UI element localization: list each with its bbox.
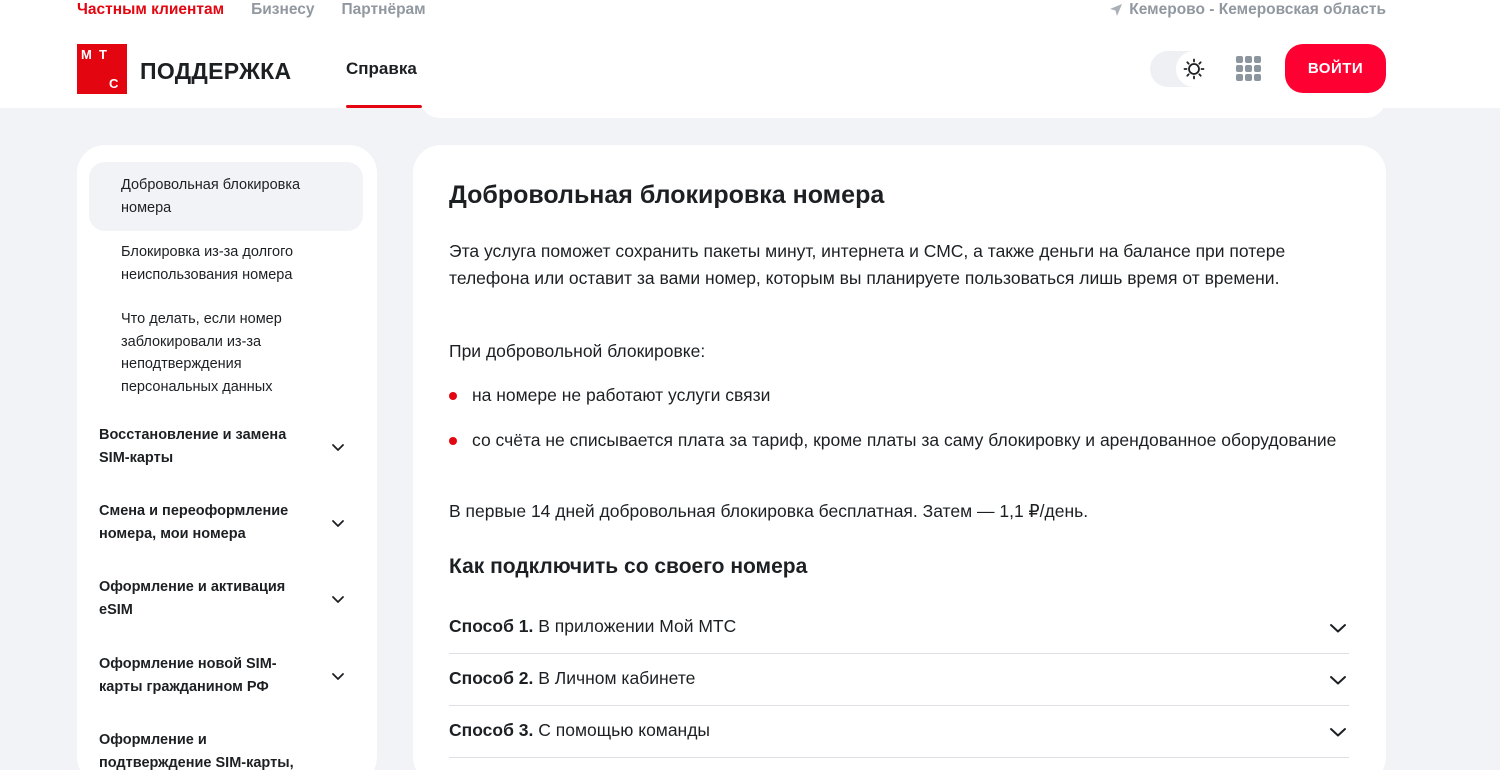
- nav-help-link[interactable]: Справка: [346, 59, 417, 79]
- apps-grid-icon[interactable]: [1236, 56, 1261, 81]
- sidebar-item-personal-data-block[interactable]: Что делать, если номер заблокировали из-…: [89, 296, 363, 410]
- segment-partners[interactable]: Партнёрам: [341, 1, 425, 19]
- nav-active-indicator: [346, 105, 422, 108]
- accordion-method-command[interactable]: Способ 3. С помощью команды: [449, 706, 1349, 758]
- sidebar-group-sim-confirm[interactable]: Оформление и подтверждение SIM-карты,: [99, 729, 363, 770]
- article-title: Добровольная блокировка номера: [449, 181, 885, 209]
- method-text: С помощью команды: [538, 720, 711, 740]
- segment-nav: Частным клиентам Бизнесу Партнёрам: [77, 1, 426, 19]
- theme-toggle[interactable]: [1150, 51, 1212, 87]
- bullet-item: на номере не работают услуги связи: [449, 382, 1349, 409]
- chevron-down-icon: [1330, 624, 1346, 633]
- method-number: Способ 2.: [449, 668, 534, 688]
- logo-letter-s: С: [109, 76, 119, 91]
- sidebar-item-voluntary-block[interactable]: Добровольная блокировка номера: [89, 162, 363, 231]
- sidebar-group-new-sim-citizen[interactable]: Оформление новой SIM-карты гражданином Р…: [99, 653, 363, 698]
- chevron-down-icon: [1330, 676, 1346, 685]
- how-to-title: Как подключить со своего номера: [449, 555, 808, 578]
- sidebar: Добровольная блокировка номера Блокировк…: [77, 145, 377, 770]
- location-arrow-icon: [1110, 4, 1123, 16]
- bullet-item: со счёта не списывается плата за тариф, …: [449, 427, 1349, 454]
- chevron-down-icon: [1330, 728, 1346, 737]
- region-selector[interactable]: Кемерово - Кемеровская область: [1109, 1, 1386, 19]
- article-panel: Добровольная блокировка номера Эта услуг…: [413, 145, 1386, 770]
- sidebar-group-sim-restore[interactable]: Восстановление и замена SIM-карты: [99, 424, 363, 469]
- method-number: Способ 1.: [449, 616, 534, 636]
- sidebar-group-label: Оформление и подтверждение SIM-карты,: [99, 732, 294, 770]
- header: Частным клиентам Бизнесу Партнёрам Кемер…: [0, 0, 1500, 108]
- method-number: Способ 3.: [449, 720, 534, 740]
- sidebar-group-label: Смена и переоформление номера, мои номер…: [99, 503, 289, 542]
- search-panel-edge: [420, 96, 1386, 118]
- sidebar-group-esim[interactable]: Оформление и активация eSIM: [99, 576, 363, 621]
- article-intro: Эта услуга поможет сохранить пакеты мину…: [449, 241, 1286, 288]
- login-button[interactable]: ВОЙТИ: [1285, 44, 1386, 93]
- chevron-down-icon: [332, 595, 344, 603]
- segment-business[interactable]: Бизнесу: [251, 1, 314, 19]
- method-text: В приложении Мой МТС: [538, 616, 737, 636]
- sidebar-group-label: Оформление и активация eSIM: [99, 579, 286, 618]
- accordion-method-account[interactable]: Способ 2. В Личном кабинете: [449, 654, 1349, 706]
- article-price: В первые 14 дней добровольная блокировка…: [449, 501, 1089, 521]
- logo-letter-m: М: [81, 47, 92, 62]
- article-during-label: При добровольной блокировке:: [449, 341, 706, 361]
- region-label: Кемерово - Кемеровская область: [1129, 1, 1386, 18]
- sidebar-group-label: Оформление новой SIM-карты гражданином Р…: [99, 656, 277, 695]
- sidebar-item-inactivity-block[interactable]: Блокировка из-за долгого неиспользования…: [89, 229, 363, 298]
- chevron-down-icon: [332, 519, 344, 527]
- brand-title[interactable]: ПОДДЕРЖКА: [140, 58, 291, 85]
- sun-icon: [1183, 58, 1205, 80]
- method-text: В Личном кабинете: [538, 668, 696, 688]
- sidebar-group-number-change[interactable]: Смена и переоформление номера, мои номер…: [99, 500, 363, 545]
- chevron-down-icon: [332, 443, 344, 451]
- mts-logo[interactable]: М Т С: [77, 44, 127, 94]
- theme-toggle-knob: [1176, 51, 1212, 87]
- sidebar-group-label: Восстановление и замена SIM-карты: [99, 427, 287, 466]
- logo-letter-t: Т: [99, 47, 107, 62]
- accordion-method-app[interactable]: Способ 1. В приложении Мой МТС: [449, 602, 1349, 654]
- chevron-down-icon: [332, 672, 344, 680]
- segment-private-clients[interactable]: Частным клиентам: [77, 1, 224, 19]
